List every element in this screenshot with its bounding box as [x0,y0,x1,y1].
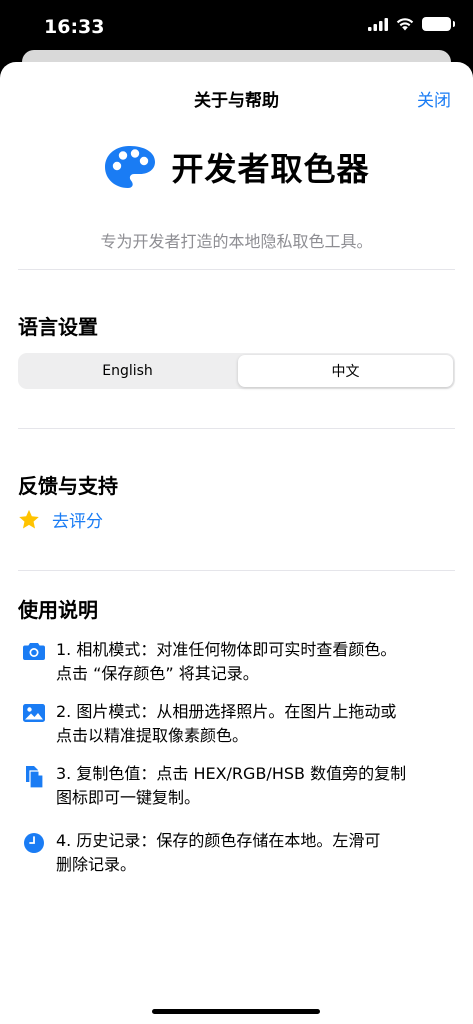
language-option-chinese[interactable]: 中文 [238,355,453,387]
star-icon [19,509,39,529]
camera-icon [23,643,45,660]
status-icons [368,17,455,31]
divider [18,269,455,270]
home-indicator[interactable] [152,1009,320,1014]
rate-app-label: 去评分 [52,512,103,532]
app-header: 开发者取色器 [0,144,473,190]
instruction-item: 1. 相机模式：对准任何物体即可实时查看颜色。 点击 “保存颜色” 将其记录。 [20,638,460,686]
palette-icon [105,146,156,188]
close-button[interactable]: 关闭 [417,86,451,111]
language-option-english[interactable]: English [20,355,235,387]
feedback-section-title: 反馈与支持 [18,474,118,498]
photo-icon [23,704,45,722]
app-name: 开发者取色器 [171,150,370,188]
divider [18,570,455,571]
battery-icon [422,17,455,31]
clock-icon [24,833,44,853]
about-help-sheet: 关于与帮助 关闭 开发者取色器 专为开发者打造的本地隐私取色工具。 语言设置 E… [0,62,473,1024]
instruction-item: 3. 复制色值：点击 HEX/RGB/HSB 数值旁的复制 图标即可一键复制。 [20,762,460,810]
instruction-line: 3. 复制色值：点击 HEX/RGB/HSB 数值旁的复制 [56,764,407,783]
instruction-item: 4. 历史记录：保存的颜色存储在本地。左滑可 删除记录。 [20,829,460,877]
divider [18,428,455,429]
language-segmented-control: English 中文 [18,353,455,389]
language-section-title: 语言设置 [18,315,98,339]
app-tagline: 专为开发者打造的本地隐私取色工具。 [100,232,373,251]
instructions-section-title: 使用说明 [18,598,98,622]
instruction-line: 2. 图片模式：从相册选择照片。在图片上拖动或 [56,702,397,721]
instruction-line: 点击以精准提取像素颜色。 [56,726,249,745]
signal-icon [368,17,388,31]
copy-doc-icon [26,766,44,789]
instruction-line: 4. 历史记录：保存的颜色存储在本地。左滑可 [56,831,381,850]
wifi-icon [396,18,414,31]
instruction-line: 点击 “保存颜色” 将其记录。 [56,664,259,683]
status-time: 16:33 [44,16,105,38]
rate-app-button[interactable]: 去评分 [18,507,103,532]
instruction-item: 2. 图片模式：从相册选择照片。在图片上拖动或 点击以精准提取像素颜色。 [20,700,460,748]
instruction-line: 删除记录。 [56,855,137,874]
instruction-line: 1. 相机模式：对准任何物体即可实时查看颜色。 [56,640,397,659]
status-bar: 16:33 [0,0,473,52]
instruction-line: 图标即可一键复制。 [56,788,201,807]
sheet-title: 关于与帮助 [194,91,279,111]
